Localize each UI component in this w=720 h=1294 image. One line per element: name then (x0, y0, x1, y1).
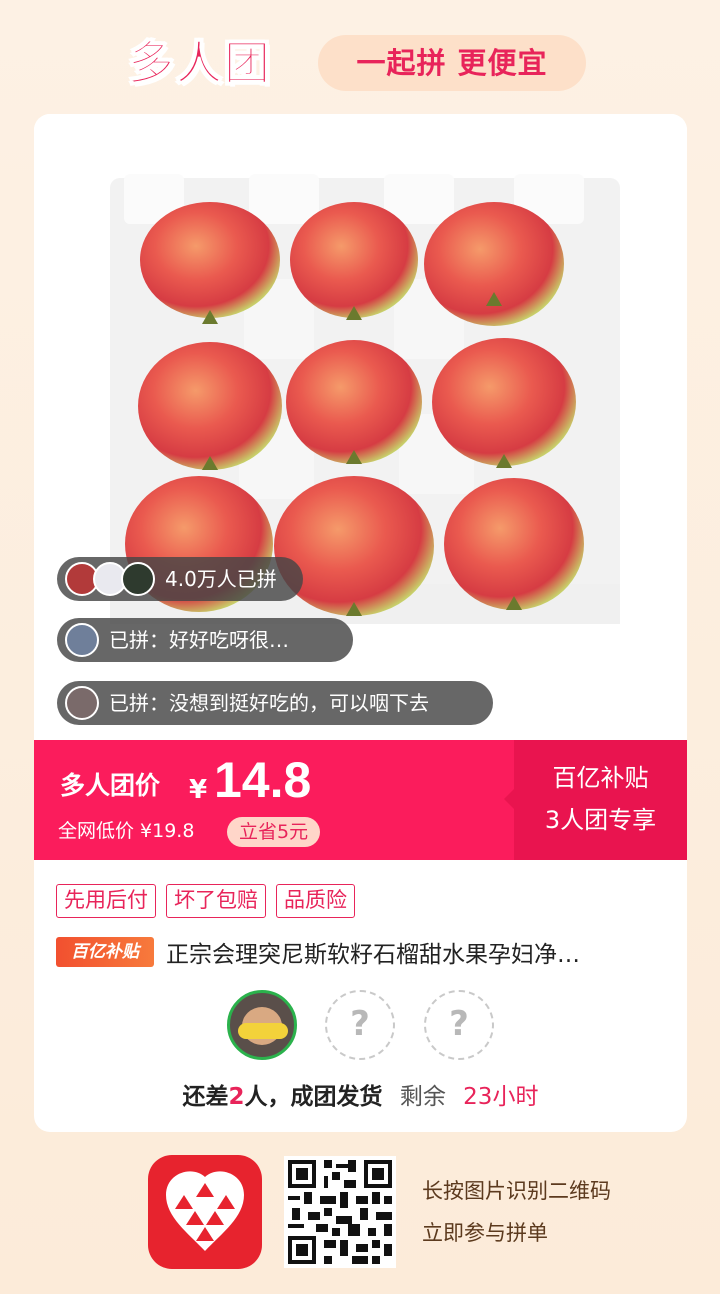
product-title: 正宗会理突尼斯软籽石榴甜水果孕妇净… (166, 942, 580, 968)
subsidy-title: 百亿补贴 (552, 764, 649, 792)
review-text: 已拼：好好吃呀很… (109, 628, 289, 652)
qr-code-graphic (284, 1156, 396, 1268)
group-card: 4.0万人已拼 已拼：好好吃呀很… 已拼：没想到挺好吃的，可以咽下去 多人团价 … (34, 114, 687, 1132)
avatar (65, 623, 99, 657)
qr-hint: 长按图片识别二维码 (422, 1179, 611, 1203)
product-image[interactable]: 4.0万人已拼 已拼：好好吃呀很… 已拼：没想到挺好吃的，可以咽下去 (34, 114, 687, 740)
subsidy-badge: 百亿补贴 (56, 937, 154, 967)
status-prefix: 还差 (182, 1084, 229, 1110)
slogan-pill: 一起拼 更便宜 (318, 35, 586, 91)
brand-logo: 多人团 (128, 36, 272, 91)
subsidy-subtitle: 3人团专享 (544, 806, 657, 834)
review-bubble: 已拼：没想到挺好吃的，可以咽下去 (57, 681, 493, 725)
service-tags: 先用后付 坏了包赔 品质险 (56, 884, 355, 918)
subsidy-panel (514, 740, 687, 860)
member-avatar (227, 990, 297, 1060)
save-badge: 立省5元 (227, 817, 321, 847)
time-label: 剩余 (399, 1084, 446, 1110)
empty-member-slot[interactable]: ? (325, 990, 395, 1060)
tag-pay-later: 先用后付 (56, 884, 156, 918)
pinduoduo-app-icon (148, 1155, 262, 1269)
price-bar: 多人团价 ¥ 14.8 全网低价 ¥19.8 立省5元 百亿补贴 3人团专享 (34, 740, 687, 860)
empty-member-slot[interactable]: ? (424, 990, 494, 1060)
header: 多人团 一起拼 更便宜 (0, 0, 720, 110)
group-status: 还差2人，成团发货 剩余 23小时 (34, 1077, 687, 1117)
time-remaining: 23小时 (463, 1084, 539, 1110)
review-bubble: 已拼：好好吃呀很… (57, 618, 353, 662)
joined-count-text: 4.0万人已拼 (165, 567, 277, 591)
avatar (65, 686, 99, 720)
joined-count-bubble: 4.0万人已拼 (57, 557, 303, 601)
tag-damage-refund: 坏了包赔 (166, 884, 266, 918)
status-suffix: 人，成团发货 (244, 1084, 383, 1110)
tag-quality-insurance: 品质险 (276, 884, 355, 918)
review-text: 已拼：没想到挺好吃的，可以咽下去 (109, 691, 429, 715)
avatar-corn (238, 1023, 288, 1039)
product-title-row[interactable]: 百亿补贴 正宗会理突尼斯软籽石榴甜水果孕妇净… (56, 932, 676, 972)
group-price-label: 多人团价 (60, 771, 161, 800)
group-price: 14.8 (214, 752, 312, 808)
join-hint: 立即参与拼单 (422, 1221, 548, 1245)
app-logo-graphic (166, 1171, 244, 1251)
remaining-count: 2 (228, 1084, 245, 1110)
avatar (121, 562, 155, 596)
original-price: 全网低价 ¥19.8 (58, 820, 195, 842)
qr-code[interactable] (284, 1156, 396, 1268)
currency-symbol: ¥ (189, 775, 208, 805)
